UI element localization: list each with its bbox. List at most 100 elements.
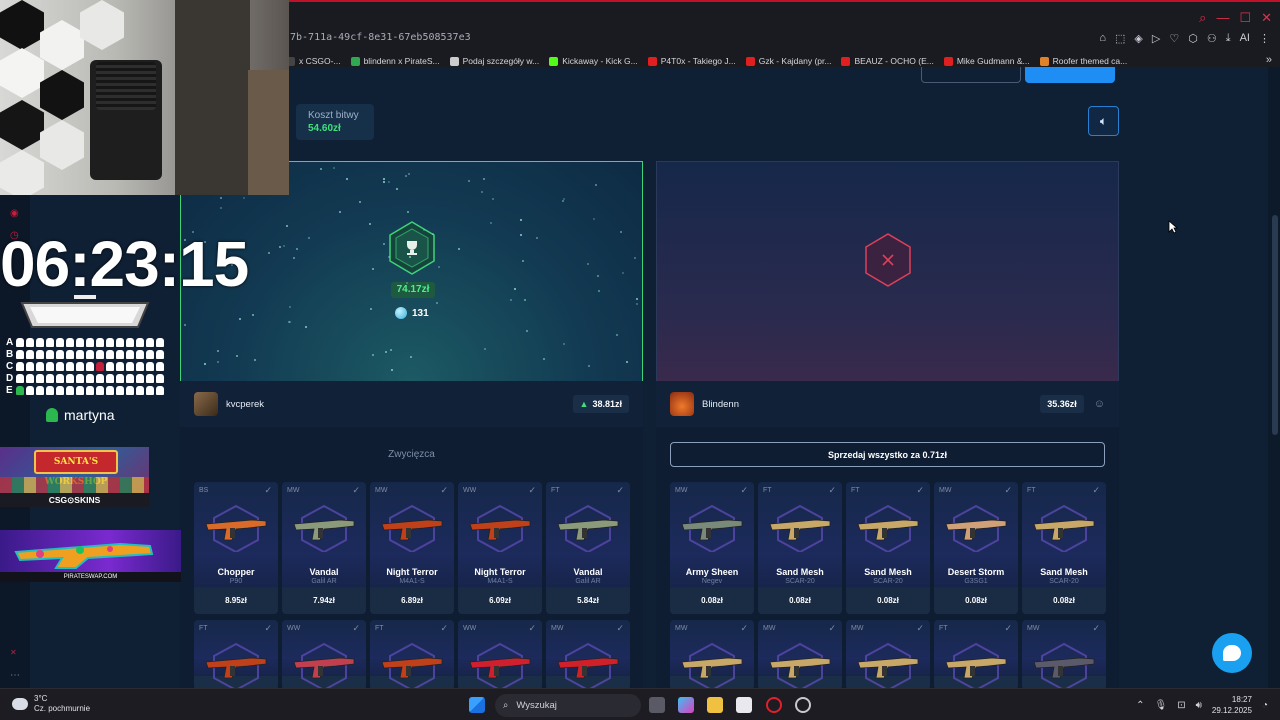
ai-button[interactable]: AI xyxy=(1240,32,1250,45)
sidebar-target-icon[interactable]: ◉ xyxy=(10,208,19,219)
bookmark-item[interactable]: Kickaway - Kick G... xyxy=(549,54,638,68)
tray-chevron-icon[interactable]: ⌃ xyxy=(1136,700,1144,711)
bookmark-item[interactable]: Podaj szczegóły w... xyxy=(449,54,539,68)
item-card[interactable]: MW ✓ Night Terror M4A1-S 6.89zł xyxy=(370,482,454,614)
bookmark-item[interactable]: BEAUZ - OCHO (E... xyxy=(841,54,934,68)
bookmark-item[interactable]: x CSGO-... xyxy=(286,54,341,68)
seat-icon xyxy=(146,349,154,359)
search-icon[interactable]: ⌕ xyxy=(1199,10,1206,26)
profile-icon[interactable]: ⚇ xyxy=(1207,32,1217,45)
item-card[interactable]: MW ✓ xyxy=(1022,620,1106,690)
check-circle-icon[interactable]: ✓ xyxy=(916,485,924,496)
minimize-icon[interactable]: — xyxy=(1216,10,1229,26)
extensions-icon[interactable]: ⬡ xyxy=(1188,32,1198,45)
item-card[interactable]: FT ✓ Vandal Galil AR 5.84zł xyxy=(546,482,630,614)
steam-icon[interactable] xyxy=(795,697,811,713)
copilot-icon[interactable] xyxy=(678,697,694,713)
check-circle-icon[interactable]: ✓ xyxy=(740,485,748,496)
sidebar-more-icon[interactable]: ⋯ xyxy=(10,670,20,681)
sponsor-banner-csgoskins[interactable]: SANTA'S WORKSHOP CSG⊙SKINS xyxy=(0,447,149,507)
download-icon[interactable]: ⤓ xyxy=(1226,32,1231,45)
bookmark-item[interactable]: blindenn x PirateS... xyxy=(350,54,440,68)
player-name-left[interactable]: kvcperek xyxy=(226,399,573,410)
file-explorer-icon[interactable] xyxy=(707,697,723,713)
maximize-icon[interactable]: ☐ xyxy=(1239,10,1251,26)
check-circle-icon[interactable]: ✓ xyxy=(828,485,836,496)
heart-icon[interactable]: ♡ xyxy=(1169,32,1179,45)
item-card[interactable]: FT ✓ xyxy=(194,620,278,690)
check-circle-icon[interactable]: ✓ xyxy=(528,623,536,634)
volume-icon[interactable]: 🔊︎ xyxy=(1196,700,1202,711)
check-circle-icon[interactable]: ✓ xyxy=(440,485,448,496)
avatar[interactable] xyxy=(194,392,218,416)
bookmark-item[interactable]: P4T0x - Takiego J... xyxy=(647,54,736,68)
player-name-right[interactable]: Blindenn xyxy=(702,399,1040,410)
item-card[interactable]: FT ✓ Sand Mesh SCAR-20 0.08zł xyxy=(846,482,930,614)
weather-widget[interactable]: 3°C Cz. pochmurnie xyxy=(12,694,90,714)
bookmarks-more-button[interactable]: » xyxy=(1266,54,1272,66)
check-circle-icon[interactable]: ✓ xyxy=(828,623,836,634)
taskbar-search[interactable]: ⌕ Wyszukaj xyxy=(495,694,641,717)
header-secondary-button[interactable] xyxy=(921,67,1021,83)
check-circle-icon[interactable]: ✓ xyxy=(264,623,272,634)
check-circle-icon[interactable]: ✓ xyxy=(616,623,624,634)
check-circle-icon[interactable]: ✓ xyxy=(440,623,448,634)
item-card[interactable]: FT ✓ xyxy=(934,620,1018,690)
item-card[interactable]: WW ✓ xyxy=(458,620,542,690)
check-circle-icon[interactable]: ✓ xyxy=(528,485,536,496)
smiley-icon[interactable]: ☺ xyxy=(1094,398,1105,410)
store-icon[interactable] xyxy=(736,697,752,713)
pin-icon[interactable]: ⌂ xyxy=(1099,32,1106,45)
item-card[interactable]: FT ✓ xyxy=(370,620,454,690)
sidebar-clock-icon[interactable]: ◷ xyxy=(10,230,19,241)
item-card[interactable]: MW ✓ Desert Storm G3SG1 0.08zł xyxy=(934,482,1018,614)
item-card[interactable]: MW ✓ xyxy=(758,620,842,690)
screenshot-icon[interactable]: ⬚ xyxy=(1115,32,1125,45)
check-circle-icon[interactable]: ✓ xyxy=(1092,485,1100,496)
bookmark-item[interactable]: Roofer themed ca... xyxy=(1039,54,1127,68)
item-card[interactable]: MW ✓ xyxy=(846,620,930,690)
bookmark-item[interactable]: Gzk - Kajdany (pr... xyxy=(745,54,831,68)
check-circle-icon[interactable]: ✓ xyxy=(352,623,360,634)
item-card[interactable]: WW ✓ xyxy=(282,620,366,690)
bookmark-item[interactable]: Mike Gudmann &... xyxy=(943,54,1030,68)
network-icon[interactable]: ⊡ xyxy=(1177,700,1185,711)
chat-button[interactable] xyxy=(1212,633,1252,673)
sponsor-banner-pirateswap[interactable]: PIRATESWAP.COM xyxy=(0,530,181,582)
taskbar-clock[interactable]: 18:27 29.12.2025 xyxy=(1212,694,1252,716)
task-view-icon[interactable] xyxy=(649,697,665,713)
close-icon[interactable]: ✕ xyxy=(1261,10,1272,26)
item-card[interactable]: MW ✓ Vandal Galil AR 7.94zł xyxy=(282,482,366,614)
menu-icon[interactable]: ⋮ xyxy=(1259,32,1270,45)
check-circle-icon[interactable]: ✓ xyxy=(264,485,272,496)
sidebar-x-icon[interactable]: ✕ xyxy=(10,648,17,657)
check-circle-icon[interactable]: ✓ xyxy=(616,485,624,496)
item-card[interactable]: WW ✓ Night Terror M4A1-S 6.09zł xyxy=(458,482,542,614)
item-card[interactable]: MW ✓ Army Sheen Negev 0.08zł xyxy=(670,482,754,614)
check-circle-icon[interactable]: ✓ xyxy=(1004,623,1012,634)
play-icon[interactable]: ▷ xyxy=(1152,32,1160,45)
start-icon[interactable] xyxy=(469,697,485,713)
shield-icon[interactable]: ◈ xyxy=(1134,32,1142,45)
item-card[interactable]: FT ✓ Sand Mesh SCAR-20 0.08zł xyxy=(758,482,842,614)
item-card[interactable]: MW ✓ xyxy=(546,620,630,690)
item-card[interactable]: FT ✓ Sand Mesh SCAR-20 0.08zł xyxy=(1022,482,1106,614)
weapon-icon xyxy=(1033,504,1095,552)
avatar[interactable] xyxy=(670,392,694,416)
header-primary-button[interactable] xyxy=(1025,67,1115,83)
item-card[interactable]: MW ✓ xyxy=(670,620,754,690)
check-circle-icon[interactable]: ✓ xyxy=(740,623,748,634)
check-circle-icon[interactable]: ✓ xyxy=(916,623,924,634)
seat-icon xyxy=(36,373,44,383)
address-bar-url[interactable]: 7b-711a-49cf-8e31-67eb508537e3 xyxy=(290,32,471,43)
microphone-icon[interactable]: 🎙︎ xyxy=(1155,700,1168,711)
item-card[interactable]: BS ✓ Chopper P90 8.95zł xyxy=(194,482,278,614)
check-circle-icon[interactable]: ✓ xyxy=(1004,485,1012,496)
notification-icon[interactable]: ◔ xyxy=(1262,700,1268,711)
sell-all-button[interactable]: Sprzedaj wszystko za 0.71zł xyxy=(670,442,1105,467)
page-scrollbar[interactable] xyxy=(1268,67,1280,688)
sound-toggle-button[interactable]: 🔈︎ xyxy=(1088,106,1119,136)
check-circle-icon[interactable]: ✓ xyxy=(1092,623,1100,634)
opera-gx-icon[interactable] xyxy=(766,697,782,713)
check-circle-icon[interactable]: ✓ xyxy=(352,485,360,496)
